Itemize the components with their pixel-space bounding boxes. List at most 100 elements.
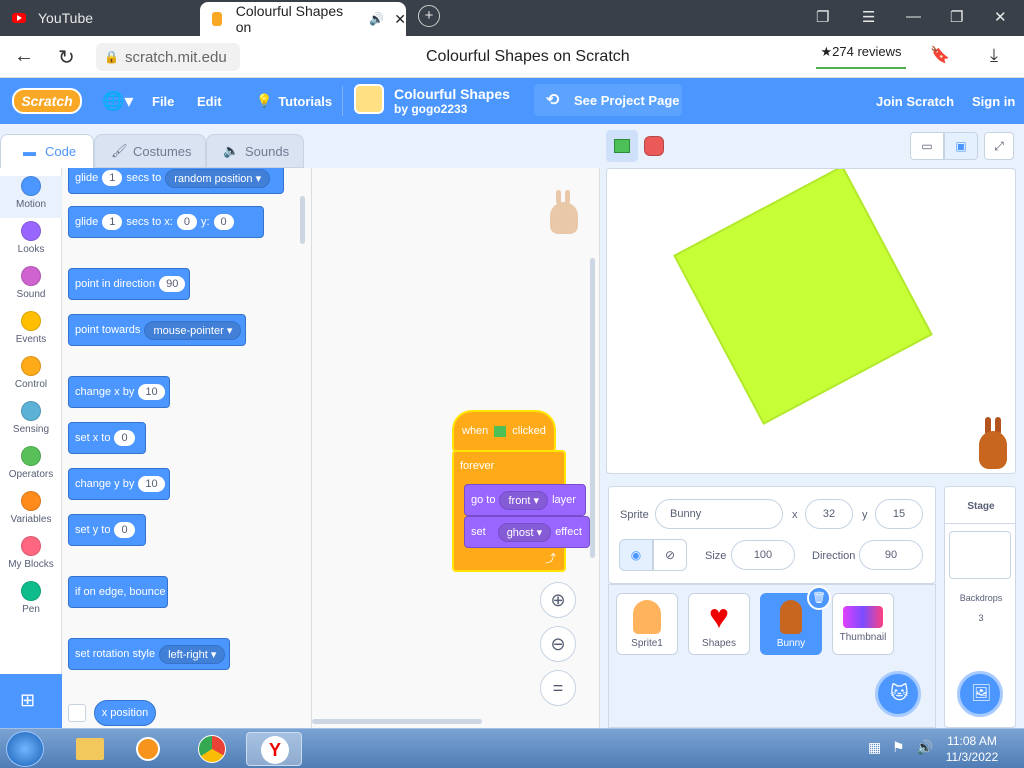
menu-icon[interactable]: ☰ [862, 8, 875, 26]
small-stage-button[interactable]: ▭ [910, 132, 944, 160]
palette-scrollbar[interactable] [300, 196, 305, 244]
delete-sprite-button[interactable]: 🗑 [807, 586, 831, 610]
y-input[interactable]: 15 [875, 499, 923, 529]
stage-canvas[interactable] [606, 168, 1016, 474]
restore-button[interactable]: ❐ [950, 8, 963, 26]
category-looks[interactable]: Looks [0, 221, 62, 255]
workspace-hscrollbar[interactable] [312, 719, 482, 724]
bookmark-icon[interactable]: 🔖 [930, 45, 950, 65]
block-glide-random[interactable]: glide 1 secs to random position ▾ [68, 168, 284, 194]
sprite-tile-thumbnail[interactable]: Thumbnail [832, 593, 894, 655]
fullscreen-button[interactable]: ⤢ [984, 132, 1014, 160]
zoom-reset-button[interactable]: = [540, 670, 576, 706]
clock-time[interactable]: 11:08 AM [942, 734, 1002, 748]
show-sprite-button[interactable]: ◉ [619, 539, 653, 571]
taskbar-media[interactable] [120, 732, 176, 766]
block-input[interactable]: 1 [102, 170, 123, 186]
green-flag-button[interactable] [606, 130, 638, 162]
block-set-effect[interactable]: set ghost ▾ effect [464, 516, 590, 548]
join-scratch-link[interactable]: Join Scratch [876, 78, 954, 124]
close-window-button[interactable]: ✕ [994, 8, 1007, 26]
normal-stage-button[interactable]: ▣ [944, 132, 978, 160]
language-globe-icon[interactable]: 🌐▾ [102, 78, 133, 124]
category-variables[interactable]: Variables [0, 491, 62, 525]
block-glide-xy[interactable]: glide 1 secs to x: 0 y: 0 [68, 206, 264, 238]
block-dropdown[interactable]: mouse-pointer ▾ [144, 320, 242, 340]
category-sound[interactable]: Sound [0, 266, 62, 300]
zoom-out-button[interactable]: ⊖ [540, 626, 576, 662]
block-dropdown[interactable]: left-right ▾ [159, 644, 226, 664]
block-input[interactable]: 0 [176, 214, 197, 230]
size-input[interactable]: 100 [731, 540, 795, 570]
tab-costumes[interactable]: 🖌 Costumes [94, 134, 206, 168]
url-field[interactable]: 🔒 scratch.mit.edu [96, 43, 240, 71]
x-input[interactable]: 32 [805, 499, 853, 529]
sprite-tile-bunny[interactable]: Bunny 🗑 [760, 586, 831, 655]
hide-sprite-button[interactable]: ⊘ [653, 539, 687, 571]
category-control[interactable]: Control [0, 356, 62, 390]
file-menu[interactable]: File [152, 78, 174, 124]
block-dropdown[interactable]: random position ▾ [165, 168, 271, 188]
back-button[interactable]: ← [14, 45, 34, 68]
stage-thumbnail[interactable] [949, 531, 1011, 579]
stage-selector-panel[interactable]: Stage Backdrops 3 🖼 [944, 486, 1016, 728]
category-motion[interactable]: Motion [0, 176, 62, 218]
workspace-scrollbar[interactable] [590, 258, 595, 558]
zoom-in-button[interactable]: ⊕ [540, 582, 576, 618]
audio-icon[interactable]: 🔊 [369, 12, 384, 26]
new-tab-button[interactable]: + [418, 5, 440, 27]
taskbar-explorer[interactable] [62, 732, 118, 766]
category-my-blocks[interactable]: My Blocks [0, 536, 62, 570]
reload-button[interactable]: ↻ [58, 45, 75, 70]
choose-sprite-button[interactable]: 🐱 [875, 671, 921, 717]
start-button[interactable] [6, 731, 44, 767]
block-input[interactable]: 0 [213, 214, 234, 230]
tab-sounds[interactable]: 🔈 Sounds [206, 134, 304, 168]
category-pen[interactable]: Pen [0, 581, 62, 615]
choose-backdrop-button[interactable]: 🖼 [957, 671, 1003, 717]
block-point-direction[interactable]: point in direction 90 [68, 268, 190, 300]
block-dropdown[interactable]: ghost ▾ [497, 522, 552, 542]
reporter-x-position[interactable]: x position [94, 700, 156, 726]
category-events[interactable]: Events [0, 311, 62, 345]
block-change-x[interactable]: change x by 10 [68, 376, 170, 408]
block-point-towards[interactable]: point towards mouse-pointer ▾ [68, 314, 246, 346]
block-input[interactable]: 90 [159, 276, 186, 292]
edit-menu[interactable]: Edit [197, 78, 222, 124]
add-extension-button[interactable]: ⊞ [0, 674, 62, 728]
bookmarks-icon[interactable]: ❐ [816, 8, 829, 26]
close-tab-icon[interactable]: ✕ [394, 11, 406, 28]
tray-volume-icon[interactable]: 🔊 [916, 739, 933, 756]
sprite-tile-shapes[interactable]: ♥ Shapes [688, 593, 750, 655]
tab-youtube[interactable]: YouTube [0, 0, 200, 36]
clock-date[interactable]: 11/3/2022 [942, 750, 1002, 764]
block-go-to-layer[interactable]: go to front ▾ layer [464, 484, 586, 516]
block-set-y[interactable]: set y to 0 [68, 514, 146, 546]
block-input[interactable]: 0 [114, 430, 135, 446]
taskbar-yandex[interactable]: Y [246, 732, 302, 766]
taskbar-chrome[interactable] [184, 732, 240, 766]
sign-in-link[interactable]: Sign in [972, 78, 1015, 124]
block-input[interactable]: 1 [102, 214, 123, 230]
block-input[interactable]: 10 [138, 476, 165, 492]
block-bounce[interactable]: if on edge, bounce [68, 576, 168, 608]
block-dropdown[interactable]: front ▾ [499, 490, 549, 510]
stop-button[interactable] [644, 136, 664, 156]
tab-code[interactable]: ▬ Code [0, 134, 94, 168]
tutorials-menu[interactable]: 💡 Tutorials [256, 78, 332, 124]
sprite-tile-sprite1[interactable]: Sprite1 [616, 593, 678, 655]
category-sensing[interactable]: Sensing [0, 401, 62, 435]
block-set-x[interactable]: set x to 0 [68, 422, 146, 454]
reviews-badge[interactable]: ★274 reviews [816, 43, 906, 69]
tab-scratch[interactable]: Colourful Shapes on 🔊 ✕ [200, 2, 406, 36]
block-change-y[interactable]: change y by 10 [68, 468, 170, 500]
sprite-name-input[interactable]: Bunny [655, 499, 783, 529]
see-project-page-button[interactable]: ⟲ See Project Page [534, 84, 682, 116]
block-when-flag-clicked[interactable]: when clicked [452, 410, 556, 452]
block-input[interactable]: 10 [138, 384, 165, 400]
scratch-logo[interactable]: Scratch [12, 88, 82, 114]
tray-flag-icon[interactable]: ⚑ [892, 739, 905, 756]
block-input[interactable]: 0 [114, 522, 135, 538]
category-operators[interactable]: Operators [0, 446, 62, 480]
download-icon[interactable]: ⤓ [990, 45, 998, 66]
